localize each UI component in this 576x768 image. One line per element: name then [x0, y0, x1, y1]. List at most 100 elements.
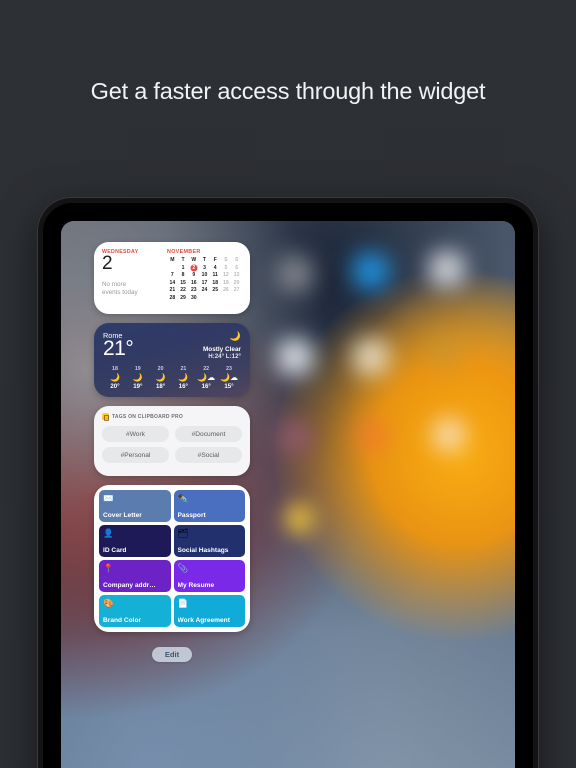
calendar-day-number: 2 — [102, 253, 113, 274]
calendar-weekday-header: T — [181, 257, 185, 263]
moon-icon: 🌙 — [178, 373, 189, 382]
weather-hour-temp: 15° — [224, 383, 234, 390]
edit-button[interactable]: Edit — [151, 647, 193, 662]
calendar-day-cell: 8 — [181, 272, 185, 279]
calendar-day-cell: 29 — [180, 294, 186, 301]
tags-widget[interactable]: TAGS ON CLIPBOARD PRO #Work #Document #Per… — [94, 406, 250, 476]
calendar-weekday-header: S — [224, 257, 228, 263]
calendar-day-cell: 23 — [190, 287, 197, 294]
clipboard-tile[interactable]: 🗂 Social Hashtags — [173, 525, 245, 557]
tags-pill-grid: #Work #Document #Personal #Social — [102, 426, 242, 463]
blurred-app-icon — [433, 419, 465, 451]
calendar-day-cell: 5 — [224, 264, 228, 271]
person-icon: 👤 — [103, 528, 114, 538]
moon-icon: 🌙 — [132, 373, 143, 382]
tags-widget-title: TAGS ON CLIPBOARD PRO — [112, 413, 183, 420]
clipboard-tile-label: Work Agreement — [177, 617, 230, 624]
calendar-day-cell: 27 — [233, 287, 240, 294]
clipboard-tile[interactable]: 📄 Work Agreement — [173, 595, 245, 627]
tags-widget-header: TAGS ON CLIPBOARD PRO — [102, 413, 242, 421]
tag-pill[interactable]: #Social — [175, 447, 242, 463]
clipboard-tile-label: My Resume — [177, 582, 215, 589]
calendar-day-cell: 1 — [181, 264, 185, 271]
weather-hour-cell: 22 🌙☁ 16° — [196, 366, 216, 390]
calendar-day-cell: 16 — [190, 279, 197, 286]
moon-icon: 🌙 — [155, 373, 166, 382]
widget-stack: WEDNESDAY 2 No more events today NOVEMBE… — [94, 242, 250, 641]
calendar-day-cell: 14 — [169, 279, 176, 286]
calendar-day-cell: 20 — [233, 279, 240, 286]
calendar-weekday-header: M — [170, 257, 175, 263]
blurred-app-icon — [353, 253, 389, 289]
document-icon: 📄 — [177, 598, 189, 608]
weather-hour-cell: 21 🌙 16° — [173, 366, 193, 390]
weather-hour-temp: 18° — [155, 383, 166, 390]
calendar-weekday-header: S — [234, 257, 239, 263]
clipboard-tile-grid: ✉️ Cover Letter ✒️ Passport 👤 ID Card 🗂 Social … — [99, 490, 245, 627]
calendar-day-cell: 15 — [180, 279, 186, 286]
envelope-icon: ✉️ — [103, 493, 114, 503]
palette-icon: 🎨 — [103, 598, 114, 608]
calendar-day-cell: 19 — [223, 279, 229, 286]
calendar-day-cell — [199, 295, 210, 302]
calendar-weekday-header: T — [202, 257, 207, 263]
clipboard-tile-label: Social Hashtags — [177, 547, 229, 554]
cloud-moon-icon: 🌙☁ — [197, 373, 216, 382]
calendar-weekday-header: W — [191, 257, 197, 263]
calendar-day-cell — [167, 265, 178, 272]
clipboard-tile-label: Brand Color — [103, 617, 142, 624]
tag-pill[interactable]: #Document — [175, 426, 242, 442]
weather-hour-cell: 23 🌙☁ 15° — [219, 366, 239, 390]
weather-widget[interactable]: Rome 21° 🌙 Mostly Clear H:24° L:12° 18 🌙 2… — [94, 323, 250, 397]
blurred-app-icon — [357, 421, 387, 451]
weather-hour-temp: 19° — [133, 383, 143, 390]
calendar-day-cell: 26 — [223, 287, 229, 294]
clipboard-tile[interactable]: 🎨 Brand Color — [99, 595, 171, 627]
blurred-app-icon — [429, 337, 463, 371]
calendar-day-cell: 17 — [201, 279, 208, 286]
clipboard-tile-label: Cover Letter — [103, 512, 142, 519]
calendar-day-cell: 21 — [169, 287, 176, 294]
edit-button-container: Edit — [94, 647, 250, 662]
calendar-day-cell: 24 — [201, 287, 208, 294]
blurred-app-icon — [285, 505, 313, 533]
blurred-app-icon — [279, 421, 311, 453]
calendar-day-cell: 25 — [212, 287, 219, 294]
clipboard-tile[interactable]: 📍 Company addr… — [99, 560, 171, 592]
calendar-day-cell: 22 — [180, 287, 186, 294]
tag-pill[interactable]: #Work — [102, 426, 169, 442]
square-id-icon: 🗂 — [177, 528, 189, 538]
calendar-weekday-header: F — [213, 257, 217, 263]
clipboard-items-widget[interactable]: ✉️ Cover Letter ✒️ Passport 👤 ID Card 🗂 Social … — [94, 485, 250, 632]
clipboard-tile-label: ID Card — [103, 547, 127, 554]
calendar-day-cell: 11 — [212, 272, 218, 279]
calendar-day-cell: 28 — [169, 294, 176, 301]
weather-hour-temp: 16° — [201, 383, 211, 390]
page-title: Get a faster access through the widget — [90, 78, 486, 104]
calendar-day-cell: 12 — [223, 272, 229, 279]
weather-hour-cell: 19 🌙 19° — [128, 366, 148, 390]
blurred-app-icon — [429, 251, 465, 287]
weather-hour-cell: 20 🌙 18° — [151, 366, 171, 390]
clipboard-tile[interactable]: ✉️ Cover Letter — [99, 490, 171, 522]
clipboard-tile[interactable]: 📎 My Resume — [173, 560, 245, 592]
clipboard-tile[interactable]: 👤 ID Card — [99, 525, 171, 557]
pen-icon: ✒️ — [177, 493, 189, 503]
blurred-app-icon — [353, 339, 389, 375]
tablet-device-frame: WEDNESDAY 2 No more events today NOVEMBE… — [37, 197, 539, 768]
calendar-day-cell: 7 — [170, 272, 174, 279]
pin-icon: 📍 — [103, 563, 114, 573]
cloud-moon-icon: 🌙☁ — [220, 373, 238, 382]
clipboard-tile-label: Company addr… — [103, 582, 156, 589]
calendar-day-cell — [210, 295, 221, 302]
device-screen: WEDNESDAY 2 No more events today NOVEMBE… — [61, 221, 515, 768]
calendar-day-cell: 2 — [188, 265, 199, 272]
calendar-widget[interactable]: WEDNESDAY 2 No more events today NOVEMBE… — [94, 242, 250, 314]
tag-pill[interactable]: #Personal — [102, 447, 169, 463]
weather-hour-temp: 20° — [110, 383, 120, 390]
calendar-note-line-2: events today — [102, 289, 138, 297]
calendar-day-cell: 4 — [213, 264, 217, 271]
clipboard-tile[interactable]: ✒️ Passport — [173, 490, 245, 522]
weather-hourly-forecast: 18 🌙 20° 19 🌙 19° 20 🌙 18° 21 🌙 16° 22 🌙☁ 16° 23 🌙☁ 15° — [103, 366, 241, 390]
weather-current-right: 🌙 Mostly Clear H:24° L:12° — [203, 331, 241, 360]
